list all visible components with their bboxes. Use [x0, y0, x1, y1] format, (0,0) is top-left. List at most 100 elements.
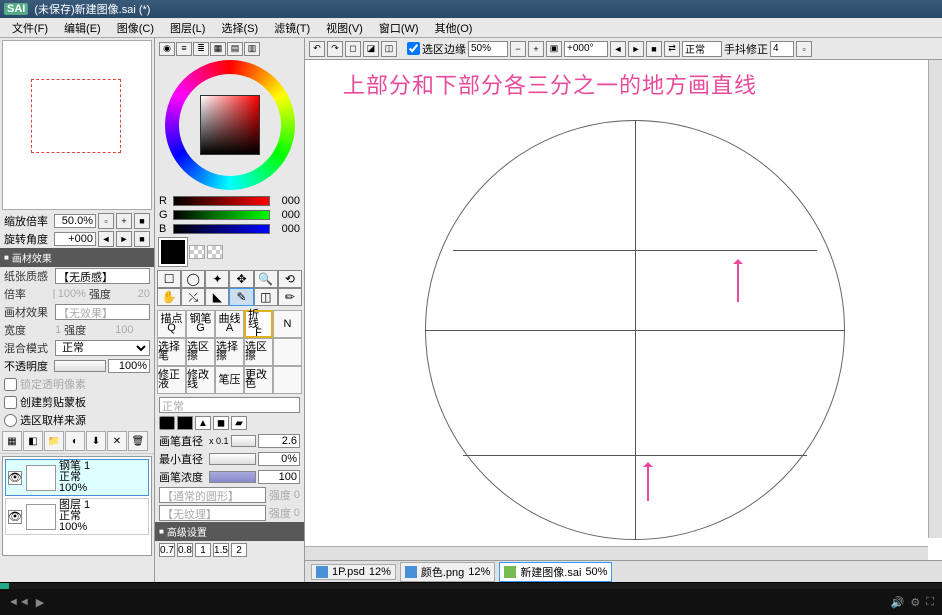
redo-btn[interactable]: ↷	[327, 41, 343, 57]
pen-tool[interactable]: ✎	[229, 288, 253, 306]
color-mode-wheel[interactable]: ◉	[159, 42, 175, 56]
paper-select[interactable]: 【无质感】	[55, 268, 150, 284]
menu-filter[interactable]: 滤镜(T)	[266, 18, 318, 38]
edge-hard-icon[interactable]	[177, 416, 193, 430]
zoom-tool[interactable]: 🔍	[254, 270, 278, 288]
deselect-btn[interactable]: ◻	[345, 41, 361, 57]
brush-selerase2[interactable]: 选择擦	[215, 338, 244, 366]
menu-window[interactable]: 窗口(W)	[371, 18, 427, 38]
zoom-value[interactable]: 50.0%	[54, 214, 96, 228]
new-layer-btn[interactable]: ▦	[2, 431, 22, 451]
color-mode-scratch[interactable]: ▥	[244, 42, 260, 56]
view-mode[interactable]	[682, 41, 722, 57]
marquee-tool[interactable]: ☐	[157, 270, 181, 288]
rot-reset-btn[interactable]: ■	[134, 231, 150, 247]
min-slider[interactable]	[209, 453, 256, 465]
eraser-tool[interactable]: ◫	[254, 288, 278, 306]
foreground-color[interactable]	[159, 238, 187, 266]
clipping-check[interactable]	[4, 396, 17, 409]
visibility-icon[interactable]: 👁	[8, 471, 22, 485]
prev-btn[interactable]: ◄◄	[8, 596, 30, 609]
vertical-scrollbar[interactable]	[928, 60, 942, 538]
horizontal-scrollbar[interactable]	[305, 546, 928, 560]
edge-blur-icon[interactable]: ▲	[195, 416, 211, 430]
settings-icon[interactable]: ⚙	[910, 596, 920, 609]
edge-soft-icon[interactable]	[159, 416, 175, 430]
brush-whiteout[interactable]: 修正液	[157, 366, 186, 394]
zoom-reset-btn[interactable]: ■	[134, 213, 150, 229]
brush-curve[interactable]: 曲线A	[215, 310, 244, 338]
sample-radio[interactable]	[4, 414, 17, 427]
edge-tri-icon[interactable]: ▰	[231, 416, 247, 430]
brush-editline[interactable]: 修改线	[186, 366, 215, 394]
brush-anchor[interactable]: 描点Q	[157, 310, 186, 338]
hand-tool[interactable]: ✋	[157, 288, 181, 306]
curve-07[interactable]: 0.7	[159, 543, 175, 557]
density-slider[interactable]	[209, 471, 256, 483]
color-mode-gray[interactable]: ▦	[210, 42, 226, 56]
sel-edge-value[interactable]	[468, 41, 508, 57]
eyedropper-tool[interactable]: ⤯	[181, 288, 205, 306]
color-mode-hsv[interactable]: ≣	[193, 42, 209, 56]
opacity-value[interactable]: 100%	[108, 359, 150, 373]
menu-file[interactable]: 文件(F)	[4, 18, 56, 38]
blend-select[interactable]: 正常	[55, 340, 150, 356]
invert-sel-btn[interactable]: ◪	[363, 41, 379, 57]
flip-icon[interactable]: ⇄	[664, 41, 680, 57]
zoom-fit-icon[interactable]: ▣	[546, 41, 562, 57]
fullscreen-icon[interactable]: ⛶	[926, 596, 934, 609]
menu-layer[interactable]: 图层(L)	[162, 18, 213, 38]
new-folder-btn[interactable]: 📁	[44, 431, 64, 451]
adv-settings-header[interactable]: 高级设置	[155, 522, 304, 541]
menu-other[interactable]: 其他(O)	[427, 18, 481, 38]
doc-tab-new[interactable]: 新建图像.sai50%	[499, 562, 612, 582]
rot-ccw-icon[interactable]: ◄	[610, 41, 626, 57]
doc-tab-color[interactable]: 颜色.png12%	[400, 562, 495, 582]
brush-selpen[interactable]: 选择笔	[157, 338, 186, 366]
lasso-tool[interactable]: ◯	[181, 270, 205, 288]
stab-mode-icon[interactable]: ▫	[796, 41, 812, 57]
rot-cw-icon[interactable]: ►	[628, 41, 644, 57]
play-btn[interactable]: ▶	[36, 596, 44, 609]
curve-1[interactable]: 1	[195, 543, 211, 557]
brush-n[interactable]: N	[273, 310, 302, 338]
delete-btn[interactable]: 🗑	[128, 431, 148, 451]
edge-flat-icon[interactable]: ◼	[213, 416, 229, 430]
zoom-out-btn[interactable]: ▫	[98, 213, 114, 229]
curve-2[interactable]: 2	[231, 543, 247, 557]
size-slider[interactable]	[231, 435, 256, 447]
rot-right-btn[interactable]: ►	[116, 231, 132, 247]
curve-15[interactable]: 1.5	[213, 543, 229, 557]
layer-item-pen1[interactable]: 👁 钢笔 1 正常 100%	[5, 459, 149, 496]
show-sel-btn[interactable]: ◫	[381, 41, 397, 57]
brush-pressure[interactable]: 笔压	[215, 366, 244, 394]
clear-btn[interactable]: ✕	[107, 431, 127, 451]
blue-slider[interactable]	[173, 224, 270, 234]
color-wheel[interactable]	[165, 60, 295, 190]
brush-selerase[interactable]: 选区擦	[186, 338, 215, 366]
canvas[interactable]: 上部分和下部分各三分之一的地方画直线	[305, 60, 942, 560]
curve-08[interactable]: 0.8	[177, 543, 193, 557]
menu-view[interactable]: 视图(V)	[318, 18, 371, 38]
zoom-in-icon[interactable]: +	[528, 41, 544, 57]
rot-left-btn[interactable]: ◄	[98, 231, 114, 247]
color-mode-rgb[interactable]: ≡	[176, 42, 192, 56]
rotate-value[interactable]: +000	[54, 232, 96, 246]
angle-value[interactable]	[564, 41, 608, 57]
layer-mask-btn[interactable]: ◐	[65, 431, 85, 451]
visibility-icon[interactable]: 👁	[8, 510, 22, 524]
green-slider[interactable]	[173, 210, 270, 220]
move-tool[interactable]: ✥	[229, 270, 253, 288]
menu-select[interactable]: 选择(S)	[213, 18, 266, 38]
zoom-out-icon[interactable]: −	[510, 41, 526, 57]
bucket-tool[interactable]: ◣	[205, 288, 229, 306]
undo-btn[interactable]: ↶	[309, 41, 325, 57]
opacity-slider[interactable]	[54, 360, 106, 372]
transparent-swatch[interactable]	[189, 245, 205, 259]
navigator-preview[interactable]	[2, 40, 152, 210]
new-linework-btn[interactable]: ◧	[23, 431, 43, 451]
wand-tool[interactable]: ✦	[205, 270, 229, 288]
swap-swatch[interactable]	[207, 245, 223, 259]
merge-btn[interactable]: ⬇	[86, 431, 106, 451]
legacy-pen-tool[interactable]: ✏	[278, 288, 302, 306]
